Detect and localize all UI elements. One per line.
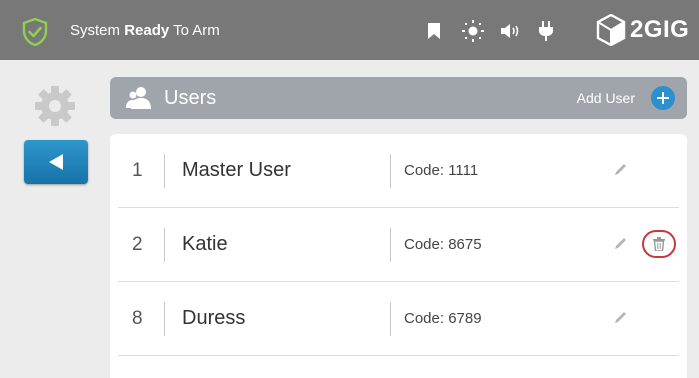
user-name: Master User xyxy=(182,159,291,181)
divider xyxy=(164,228,165,262)
logo-cube-icon xyxy=(596,14,626,46)
status-ready: Ready xyxy=(124,22,170,39)
volume-icon[interactable] xyxy=(500,22,522,40)
divider xyxy=(390,228,391,262)
power-plug-icon[interactable] xyxy=(537,20,555,42)
top-status-bar: System Ready To Arm 2GIG xyxy=(0,0,699,60)
user-name: Duress xyxy=(182,307,246,329)
edit-pencil-icon[interactable] xyxy=(612,236,628,252)
user-code: Code: 1111 xyxy=(404,162,479,179)
users-header-bar: Users Add User xyxy=(110,77,687,119)
brightness-icon[interactable] xyxy=(462,20,484,42)
brand-logo: 2GIG xyxy=(596,14,689,46)
bookmark-icon[interactable] xyxy=(427,22,441,40)
divider xyxy=(164,302,165,336)
edit-pencil-icon[interactable] xyxy=(612,310,628,326)
user-number: 8 xyxy=(132,308,143,329)
delete-user-button[interactable] xyxy=(642,230,676,258)
user-row[interactable]: 1 Master User Code: 1111 xyxy=(118,134,679,208)
user-icon xyxy=(126,87,151,109)
edit-pencil-icon[interactable] xyxy=(612,162,628,178)
divider xyxy=(164,154,165,188)
back-button[interactable] xyxy=(24,140,88,184)
gear-icon[interactable] xyxy=(33,84,77,128)
page-title: Users xyxy=(164,87,217,109)
users-list: 1 Master User Code: 1111 2 Katie Code: 8… xyxy=(110,134,687,378)
user-code: Code: 6789 xyxy=(404,310,482,327)
user-number: 2 xyxy=(132,234,143,255)
system-status-text[interactable]: System Ready To Arm xyxy=(70,22,220,39)
user-code: Code: 8675 xyxy=(404,236,482,253)
shield-check-icon[interactable] xyxy=(22,18,48,46)
user-name: Katie xyxy=(182,233,228,255)
status-suffix: To Arm xyxy=(169,22,220,39)
user-number: 1 xyxy=(132,160,143,181)
status-prefix: System xyxy=(70,22,125,39)
add-user-button[interactable] xyxy=(651,86,675,110)
plus-icon xyxy=(657,92,669,104)
back-arrow-icon xyxy=(49,154,63,170)
divider xyxy=(390,302,391,336)
add-user-label[interactable]: Add User xyxy=(577,90,635,106)
divider xyxy=(390,154,391,188)
logo-text: 2GIG xyxy=(630,16,690,43)
trash-icon xyxy=(653,237,665,251)
user-row[interactable]: 8 Duress Code: 6789 xyxy=(118,282,679,356)
user-row[interactable]: 2 Katie Code: 8675 xyxy=(118,208,679,282)
